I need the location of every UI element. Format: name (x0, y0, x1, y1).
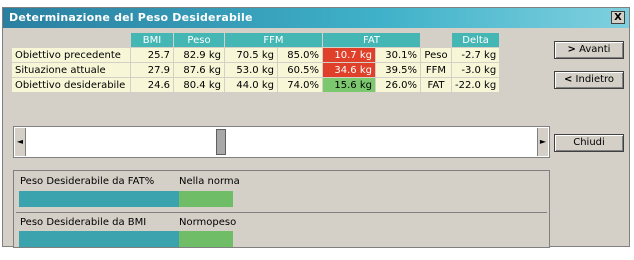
cell-ffm-kg: 53.0 kg (225, 63, 277, 77)
bmi-bar-green (179, 231, 233, 247)
cell-peso: 87.6 kg (174, 63, 224, 77)
header-fat: FAT (323, 33, 420, 47)
fat-status: Nella norma (179, 176, 240, 187)
cell-delta-label: Peso (421, 48, 451, 62)
cell-ffm-kg: 70.5 kg (225, 48, 277, 62)
header-peso: Peso (174, 33, 224, 47)
indietro-label: Indietro (575, 74, 615, 85)
row-label: Obiettivo desiderabile (12, 78, 130, 92)
bmi-desirable-label: Peso Desiderabile da BMI (20, 217, 147, 228)
cell-fat-kg: 34.6 kg (323, 63, 375, 77)
scroll-right-arrow-icon[interactable]: ► (537, 128, 548, 156)
header-blank-2 (421, 33, 451, 47)
table-row: Situazione attuale 27.9 87.6 kg 53.0 kg … (12, 63, 500, 77)
cell-ffm-pct: 85.0% (278, 48, 322, 62)
row-label: Obiettivo precedente (12, 48, 130, 62)
cell-ffm-pct: 60.5% (278, 63, 322, 77)
cell-peso: 80.4 kg (174, 78, 224, 92)
avanti-label: Avanti (579, 44, 611, 55)
cell-fat-kg: 15.6 kg (323, 78, 375, 92)
cell-delta-value: -2.7 kg (452, 48, 500, 62)
cell-delta-label: FAT (421, 78, 451, 92)
close-button[interactable]: X (611, 11, 625, 24)
cell-bmi: 24.6 (131, 78, 173, 92)
desirable-weight-panel: Peso Desiderabile da FAT% Nella norma Pe… (13, 170, 550, 248)
cell-peso: 82.9 kg (174, 48, 224, 62)
cell-delta-label: FFM (421, 63, 451, 77)
fat-bar-teal (19, 191, 179, 207)
bmi-bar-teal (19, 231, 179, 247)
title-bar: Determinazione del Peso Desiderabile X (3, 8, 629, 28)
cell-delta-value: -22.0 kg (452, 78, 500, 92)
arrow-right-icon: > (567, 44, 576, 55)
cell-ffm-kg: 44.0 kg (225, 78, 277, 92)
horizontal-scrollbar[interactable]: ◄ ► (13, 126, 550, 158)
cell-bmi: 25.7 (131, 48, 173, 62)
cell-fat-kg: 10.7 kg (323, 48, 375, 62)
avanti-button[interactable]: > Avanti (554, 41, 624, 59)
header-delta: Delta (452, 33, 500, 47)
header-ffm: FFM (225, 33, 322, 47)
scroll-left-arrow-icon[interactable]: ◄ (15, 128, 26, 156)
cell-fat-pct: 26.0% (376, 78, 420, 92)
chiudi-button[interactable]: Chiudi (554, 134, 624, 152)
cell-delta-value: -3.0 kg (452, 63, 500, 77)
weight-table: BMI Peso FFM FAT Delta Obiettivo precede… (11, 32, 500, 93)
row-label: Situazione attuale (12, 63, 130, 77)
fat-desirable-label: Peso Desiderabile da FAT% (20, 176, 155, 187)
cell-bmi: 27.9 (131, 63, 173, 77)
cell-ffm-pct: 74.0% (278, 78, 322, 92)
bmi-status: Normopeso (179, 217, 237, 228)
indietro-button[interactable]: < Indietro (554, 71, 624, 89)
arrow-left-icon: < (563, 74, 573, 85)
header-bmi: BMI (131, 33, 173, 47)
window-title: Determinazione del Peso Desiderabile (9, 11, 253, 24)
table-row: Obiettivo desiderabile 24.6 80.4 kg 44.0… (12, 78, 500, 92)
fat-bar-green (179, 191, 233, 207)
table-header-row: BMI Peso FFM FAT Delta (12, 33, 500, 47)
cell-fat-pct: 39.5% (376, 63, 420, 77)
panel-divider (16, 212, 547, 213)
cell-fat-pct: 30.1% (376, 48, 420, 62)
header-blank (12, 33, 130, 47)
table-row: Obiettivo precedente 25.7 82.9 kg 70.5 k… (12, 48, 500, 62)
scroll-thumb[interactable] (216, 129, 226, 155)
